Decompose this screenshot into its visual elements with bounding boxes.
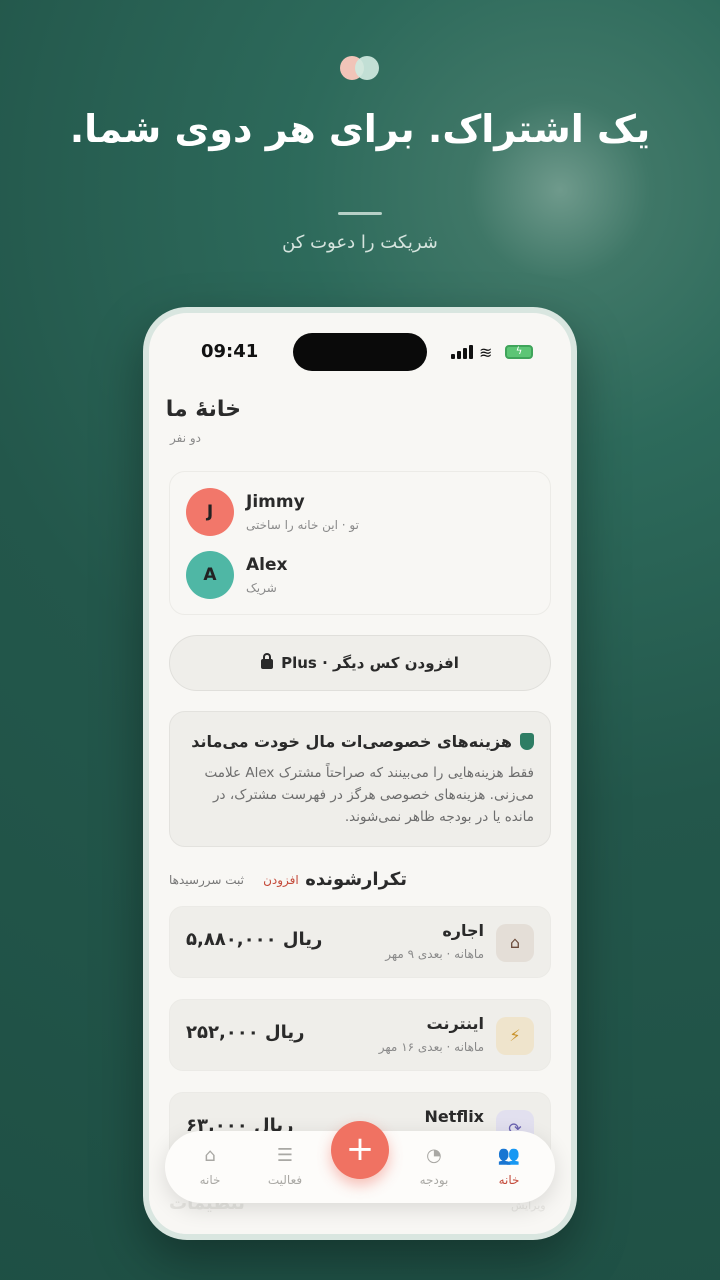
app-logo <box>340 56 380 80</box>
member-role: تو · این خانه را ساختی <box>246 518 359 532</box>
tab-label: بودجه <box>419 1173 449 1187</box>
item-sub: ماهانه · بعدی ۹ مهر <box>385 947 484 961</box>
shield-icon <box>520 733 534 750</box>
household-title: خانهٔ ما <box>165 397 241 422</box>
tab-budget[interactable]: ◔ بودجه <box>399 1145 469 1187</box>
log-due-link[interactable]: ثبت سررسیدها <box>169 873 244 887</box>
phone-screen: 09:41 ≋ ϟ خانهٔ ما دو نفر J Jimmy تو · ا… <box>149 313 571 1234</box>
wifi-icon: ≋ <box>479 343 493 362</box>
tab-bar: ⌂ خانه ☰ فعالیت + ◔ بودجه 👥 خانه <box>165 1121 555 1203</box>
status-time: 09:41 <box>201 341 259 362</box>
member-row[interactable]: A Alex شریک <box>186 551 526 599</box>
home-icon: ⌂ <box>496 924 534 962</box>
recurring-actions: افزودن ثبت سررسیدها <box>169 873 299 887</box>
recurring-item[interactable]: ریال ۵,۸۸۰,۰۰۰ ⌂ اجاره ماهانه · بعدی ۹ م… <box>169 906 551 978</box>
tab-home[interactable]: ⌂ خانه <box>175 1145 245 1187</box>
avatar: J <box>186 488 234 536</box>
promo-headline: یک اشتراک. برای هر دوی شما. <box>69 107 651 151</box>
tab-label: خانه <box>199 1173 221 1187</box>
phone-frame: 09:41 ≋ ϟ خانهٔ ما دو نفر J Jimmy تو · ا… <box>143 307 577 1240</box>
status-bar: 09:41 ≋ ϟ <box>149 313 571 373</box>
divider <box>338 212 382 215</box>
recurring-title: تکرارشونده <box>305 869 407 890</box>
item-name: اجاره <box>442 921 484 940</box>
avatar: A <box>186 551 234 599</box>
member-name: Jimmy <box>246 492 305 512</box>
recurring-item[interactable]: ریال ۲۵۲,۰۰۰ ⚡ اینترنت ماهانه · بعدی ۱۶ … <box>169 999 551 1071</box>
add-person-button[interactable]: افزودن کس دیگر · Plus <box>169 635 551 691</box>
house-icon: ⌂ <box>204 1145 216 1166</box>
people-icon: 👥 <box>497 1145 521 1166</box>
members-card: J Jimmy تو · این خانه را ساختی A Alex شر… <box>169 471 551 615</box>
add-fab-button[interactable]: + <box>331 1121 389 1179</box>
promo-subheadline: شریکت را دعوت کن <box>282 232 438 253</box>
tab-activity[interactable]: ☰ فعالیت <box>250 1145 320 1187</box>
tab-label: خانه <box>498 1173 520 1187</box>
lock-icon <box>261 652 274 669</box>
item-name: اینترنت <box>426 1014 484 1033</box>
item-amount: ریال ۲۵۲,۰۰۰ <box>186 1022 305 1043</box>
privacy-title: هزینه‌های خصوصی‌ات مال خودت می‌ماند <box>191 732 512 751</box>
dynamic-island <box>293 333 427 371</box>
battery-icon: ϟ <box>505 345 533 359</box>
member-row[interactable]: J Jimmy تو · این خانه را ساختی <box>186 488 526 536</box>
household-subtitle: دو نفر <box>170 431 201 445</box>
tab-household[interactable]: 👥 خانه <box>474 1145 544 1187</box>
list-icon: ☰ <box>276 1145 294 1166</box>
signal-icon <box>451 345 473 359</box>
privacy-card: هزینه‌های خصوصی‌ات مال خودت می‌ماند فقط … <box>169 711 551 847</box>
item-sub: ماهانه · بعدی ۱۶ مهر <box>378 1040 484 1054</box>
add-recurring-link[interactable]: افزودن <box>263 873 299 887</box>
privacy-body: فقط هزینه‌هایی را می‌بینند که صراحتاً مش… <box>204 765 534 825</box>
bolt-icon: ⚡ <box>496 1017 534 1055</box>
item-name: Netflix <box>424 1107 484 1126</box>
member-name: Alex <box>246 555 288 575</box>
item-amount: ریال ۵,۸۸۰,۰۰۰ <box>186 929 323 950</box>
add-person-label: افزودن کس دیگر · Plus <box>281 654 459 672</box>
pie-chart-icon: ◔ <box>426 1145 442 1166</box>
member-role: شریک <box>246 581 277 595</box>
tab-label: فعالیت <box>267 1173 303 1187</box>
